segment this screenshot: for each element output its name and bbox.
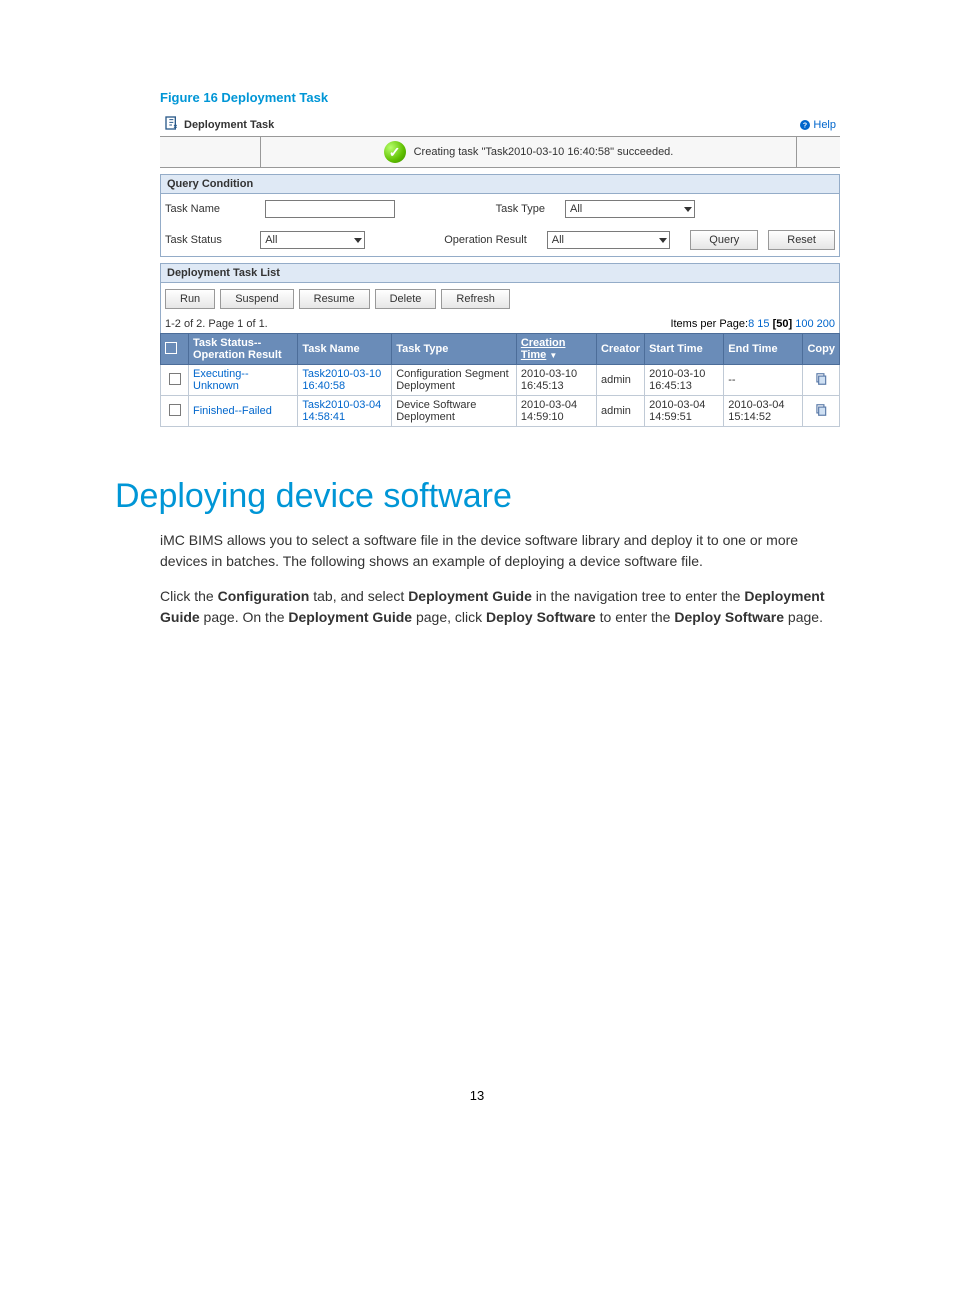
table-row: Executing--Unknown Task2010-03-10 16:40:5… <box>161 365 840 396</box>
page-size-50[interactable]: [50] <box>773 318 793 330</box>
pagination-text: 1-2 of 2. Page 1 of 1. <box>165 318 268 330</box>
col-etime[interactable]: End Time <box>724 334 803 365</box>
refresh-button[interactable]: Refresh <box>441 289 510 309</box>
success-banner: ✓ Creating task "Task2010-03-10 16:40:58… <box>160 136 840 168</box>
panel-header: Deployment Task ? Help <box>160 113 840 136</box>
row-status-link[interactable]: Finished--Failed <box>193 405 272 417</box>
chevron-down-icon <box>354 238 362 243</box>
op-result-value: All <box>552 234 564 246</box>
row-checkbox[interactable] <box>169 373 181 385</box>
query-button[interactable]: Query <box>690 230 758 250</box>
doc-paragraph-1: iMC BIMS allows you to select a software… <box>160 530 839 572</box>
items-per-page-label: Items per Page: <box>670 318 748 330</box>
row-etime: 2010-03-04 15:14:52 <box>724 396 803 427</box>
figure-caption: Figure 16 Deployment Task <box>160 90 839 105</box>
row-stime: 2010-03-04 14:59:51 <box>645 396 724 427</box>
row-etime: -- <box>724 365 803 396</box>
row-creator: admin <box>596 396 644 427</box>
row-checkbox[interactable] <box>169 404 181 416</box>
task-type-value: All <box>570 203 582 215</box>
task-status-label: Task Status <box>165 234 250 246</box>
panel-title: Deployment Task <box>184 119 274 131</box>
svg-text:?: ? <box>803 122 807 129</box>
delete-button[interactable]: Delete <box>375 289 437 309</box>
help-link[interactable]: ? Help <box>799 119 836 131</box>
deployment-task-icon <box>164 115 180 134</box>
chevron-down-icon <box>659 238 667 243</box>
col-type[interactable]: Task Type <box>392 334 517 365</box>
page-size-15[interactable]: 15 <box>757 318 769 330</box>
deployment-task-table: Task Status--Operation Result Task Name … <box>160 333 840 427</box>
toolbar: Run Suspend Resume Delete Refresh <box>160 283 840 315</box>
col-status[interactable]: Task Status--Operation Result <box>189 334 298 365</box>
page-number: 13 <box>115 1088 839 1103</box>
query-condition-header: Query Condition <box>160 174 840 194</box>
row-name-link[interactable]: Task2010-03-10 16:40:58 <box>302 368 381 392</box>
screenshot-panel: Deployment Task ? Help ✓ Creating task "… <box>160 113 840 427</box>
task-type-select[interactable]: All <box>565 200 695 218</box>
copy-icon[interactable] <box>814 408 828 420</box>
col-name[interactable]: Task Name <box>298 334 392 365</box>
chevron-down-icon <box>684 207 692 212</box>
col-checkbox[interactable] <box>161 334 189 365</box>
row-name-link[interactable]: Task2010-03-04 14:58:41 <box>302 399 381 423</box>
task-type-label: Task Type <box>445 203 555 215</box>
row-creator: admin <box>596 365 644 396</box>
task-status-select[interactable]: All <box>260 231 365 249</box>
reset-button[interactable]: Reset <box>768 230 835 250</box>
page-size-8[interactable]: 8 <box>748 318 754 330</box>
row-type: Device Software Deployment <box>392 396 517 427</box>
row-status-link[interactable]: Executing--Unknown <box>193 368 249 392</box>
col-ctime[interactable]: Creation Time ▼ <box>516 334 596 365</box>
doc-body: iMC BIMS allows you to select a software… <box>160 530 839 628</box>
op-result-label: Operation Result <box>432 234 537 246</box>
task-name-label: Task Name <box>165 203 255 215</box>
help-label: Help <box>813 119 836 131</box>
task-list-header: Deployment Task List <box>160 263 840 283</box>
row-stime: 2010-03-10 16:45:13 <box>645 365 724 396</box>
page-size-100[interactable]: 100 <box>795 318 813 330</box>
task-name-input[interactable] <box>265 200 395 218</box>
task-status-value: All <box>265 234 277 246</box>
row-ctime: 2010-03-10 16:45:13 <box>516 365 596 396</box>
col-stime[interactable]: Start Time <box>645 334 724 365</box>
page-size-200[interactable]: 200 <box>817 318 835 330</box>
row-type: Configuration Segment Deployment <box>392 365 517 396</box>
doc-paragraph-2: Click the Configuration tab, and select … <box>160 586 839 628</box>
col-copy[interactable]: Copy <box>803 334 840 365</box>
suspend-button[interactable]: Suspend <box>220 289 293 309</box>
success-icon: ✓ <box>384 141 406 163</box>
copy-icon[interactable] <box>814 377 828 389</box>
run-button[interactable]: Run <box>165 289 215 309</box>
doc-heading: Deploying device software <box>115 477 839 516</box>
row-ctime: 2010-03-04 14:59:10 <box>516 396 596 427</box>
resume-button[interactable]: Resume <box>299 289 370 309</box>
pagination-row: 1-2 of 2. Page 1 of 1. Items per Page:8 … <box>160 315 840 333</box>
col-creator[interactable]: Creator <box>596 334 644 365</box>
success-message: Creating task "Task2010-03-10 16:40:58" … <box>414 146 674 158</box>
table-row: Finished--Failed Task2010-03-04 14:58:41 D… <box>161 396 840 427</box>
op-result-select[interactable]: All <box>547 231 671 249</box>
